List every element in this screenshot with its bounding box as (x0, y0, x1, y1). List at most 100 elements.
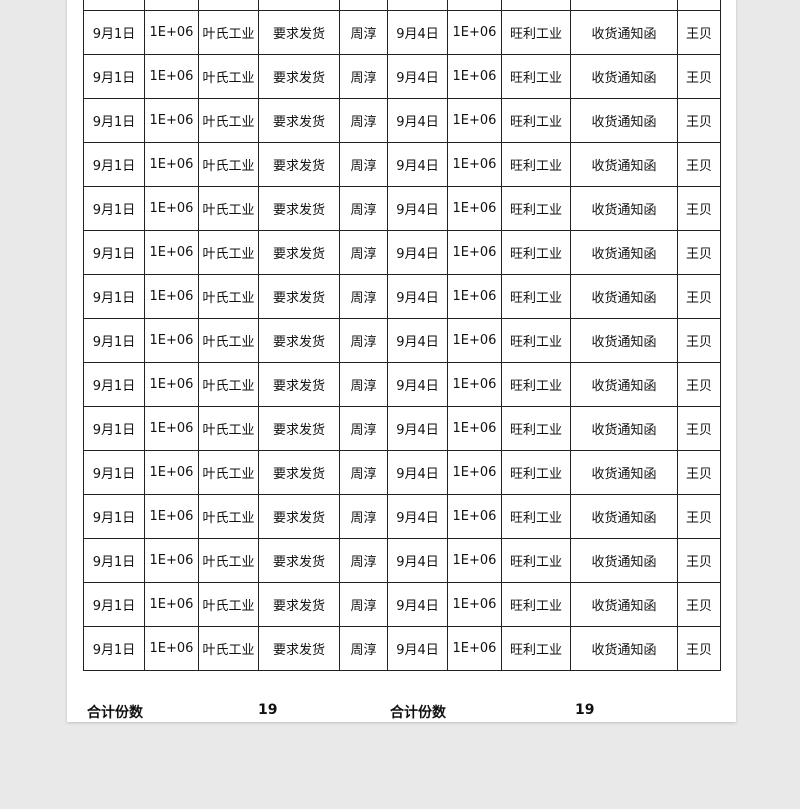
cell-subject-recv: 收货通知函 (570, 274, 678, 319)
cell-date-recv: 9月4日 (387, 230, 448, 275)
cell-company-sent: 叶氏工业 (198, 626, 259, 671)
cell-number-sent: 1E+06 (144, 10, 199, 55)
cell-date-recv: 9月4日 (387, 362, 448, 407)
cell-company-sent: 叶氏工业 (198, 538, 259, 583)
document-page: 9月1日 1E+06 叶氏工业 要求发货 周淳 9月4日 1E+06 旺利工业 收货通知函 王贝 9… (67, 0, 736, 722)
cell-number-sent: 1E+06 (144, 186, 199, 231)
cell-subject-sent: 要求发货 (258, 450, 340, 495)
table-row: 9月1日 1E+06 叶氏工业 要求发货 周淳 9月4日 1E+06 旺利工业 收货通知函 王贝 (83, 10, 721, 55)
cell-subject-sent: 要求发货 (258, 362, 340, 407)
cell-subject-recv: 收货通知函 (570, 494, 678, 539)
cell-handler-sent: 周淳 (339, 54, 388, 99)
cell-number-sent: 1E+06 (144, 142, 199, 187)
cell-date-sent: 9月1日 (83, 54, 145, 99)
register-table: 9月1日 1E+06 叶氏工业 要求发货 周淳 9月4日 1E+06 旺利工业 收货通知函 王贝 9… (83, 0, 721, 671)
cell-company-recv: 旺利工业 (501, 10, 571, 55)
cell-number-sent: 1E+06 (144, 494, 199, 539)
cell-company-sent: 叶氏工业 (198, 318, 259, 363)
cell-company-sent: 叶氏工业 (198, 274, 259, 319)
table-cell (387, 0, 448, 11)
cell-handler-sent: 周淳 (339, 626, 388, 671)
cell-handler-sent: 周淳 (339, 142, 388, 187)
cell-company-sent: 叶氏工业 (198, 98, 259, 143)
cell-number-recv: 1E+06 (447, 98, 502, 143)
cell-date-sent: 9月1日 (83, 230, 145, 275)
cell-subject-recv: 收货通知函 (570, 54, 678, 99)
total-label-left: 合计份数 (87, 705, 143, 721)
cell-number-sent: 1E+06 (144, 274, 199, 319)
cell-subject-recv: 收货通知函 (570, 362, 678, 407)
table-row: 9月1日 1E+06 叶氏工业 要求发货 周淳 9月4日 1E+06 旺利工业 收货通知函 王贝 (83, 582, 721, 627)
cell-handler-recv: 王贝 (677, 54, 721, 99)
cell-number-recv: 1E+06 (447, 450, 502, 495)
table-cell (501, 0, 571, 11)
cell-company-recv: 旺利工业 (501, 538, 571, 583)
cell-handler-recv: 王贝 (677, 230, 721, 275)
cell-subject-recv: 收货通知函 (570, 318, 678, 363)
cell-handler-sent: 周淳 (339, 494, 388, 539)
cell-date-recv: 9月4日 (387, 406, 448, 451)
cell-company-recv: 旺利工业 (501, 626, 571, 671)
cell-subject-recv: 收货通知函 (570, 450, 678, 495)
cell-handler-sent: 周淳 (339, 274, 388, 319)
cell-subject-sent: 要求发货 (258, 54, 340, 99)
table-row: 9月1日 1E+06 叶氏工业 要求发货 周淳 9月4日 1E+06 旺利工业 收货通知函 王贝 (83, 450, 721, 495)
cell-number-recv: 1E+06 (447, 494, 502, 539)
cell-date-recv: 9月4日 (387, 538, 448, 583)
cell-date-recv: 9月4日 (387, 274, 448, 319)
cell-subject-sent: 要求发货 (258, 626, 340, 671)
table-cell (83, 0, 145, 11)
cell-number-recv: 1E+06 (447, 230, 502, 275)
cell-subject-sent: 要求发货 (258, 494, 340, 539)
cell-handler-recv: 王贝 (677, 362, 721, 407)
cell-date-sent: 9月1日 (83, 142, 145, 187)
cell-date-sent: 9月1日 (83, 582, 145, 627)
cell-date-sent: 9月1日 (83, 494, 145, 539)
table-cell (339, 0, 388, 11)
cell-number-recv: 1E+06 (447, 626, 502, 671)
cell-company-recv: 旺利工业 (501, 318, 571, 363)
cell-handler-recv: 王贝 (677, 494, 721, 539)
cell-number-sent: 1E+06 (144, 230, 199, 275)
cell-company-sent: 叶氏工业 (198, 10, 259, 55)
cell-number-sent: 1E+06 (144, 538, 199, 583)
cell-handler-recv: 王贝 (677, 274, 721, 319)
cell-handler-sent: 周淳 (339, 450, 388, 495)
cell-handler-recv: 王贝 (677, 626, 721, 671)
cell-number-sent: 1E+06 (144, 406, 199, 451)
cell-subject-recv: 收货通知函 (570, 10, 678, 55)
cell-date-recv: 9月4日 (387, 318, 448, 363)
total-count-right: 19 (575, 702, 595, 718)
cell-date-sent: 9月1日 (83, 318, 145, 363)
cell-date-sent: 9月1日 (83, 274, 145, 319)
table-row: 9月1日 1E+06 叶氏工业 要求发货 周淳 9月4日 1E+06 旺利工业 收货通知函 王贝 (83, 230, 721, 275)
cell-subject-sent: 要求发货 (258, 186, 340, 231)
cell-number-recv: 1E+06 (447, 538, 502, 583)
cell-subject-sent: 要求发货 (258, 10, 340, 55)
cell-handler-recv: 王贝 (677, 450, 721, 495)
cell-date-sent: 9月1日 (83, 186, 145, 231)
cell-company-recv: 旺利工业 (501, 362, 571, 407)
cell-handler-sent: 周淳 (339, 230, 388, 275)
cell-handler-sent: 周淳 (339, 10, 388, 55)
cell-date-sent: 9月1日 (83, 406, 145, 451)
cell-company-recv: 旺利工业 (501, 274, 571, 319)
cell-company-sent: 叶氏工业 (198, 406, 259, 451)
cell-company-sent: 叶氏工业 (198, 362, 259, 407)
cell-subject-recv: 收货通知函 (570, 186, 678, 231)
table-cell (570, 0, 678, 11)
cell-subject-sent: 要求发货 (258, 318, 340, 363)
cell-number-sent: 1E+06 (144, 54, 199, 99)
cell-date-recv: 9月4日 (387, 10, 448, 55)
cell-company-recv: 旺利工业 (501, 98, 571, 143)
cell-number-recv: 1E+06 (447, 54, 502, 99)
cell-handler-recv: 王贝 (677, 538, 721, 583)
table-row: 9月1日 1E+06 叶氏工业 要求发货 周淳 9月4日 1E+06 旺利工业 收货通知函 王贝 (83, 318, 721, 363)
cell-number-sent: 1E+06 (144, 582, 199, 627)
cell-number-recv: 1E+06 (447, 274, 502, 319)
cell-subject-sent: 要求发货 (258, 406, 340, 451)
table-row: 9月1日 1E+06 叶氏工业 要求发货 周淳 9月4日 1E+06 旺利工业 收货通知函 王贝 (83, 362, 721, 407)
table-row: 9月1日 1E+06 叶氏工业 要求发货 周淳 9月4日 1E+06 旺利工业 收货通知函 王贝 (83, 142, 721, 187)
table-cell (447, 0, 502, 11)
cell-subject-recv: 收货通知函 (570, 406, 678, 451)
